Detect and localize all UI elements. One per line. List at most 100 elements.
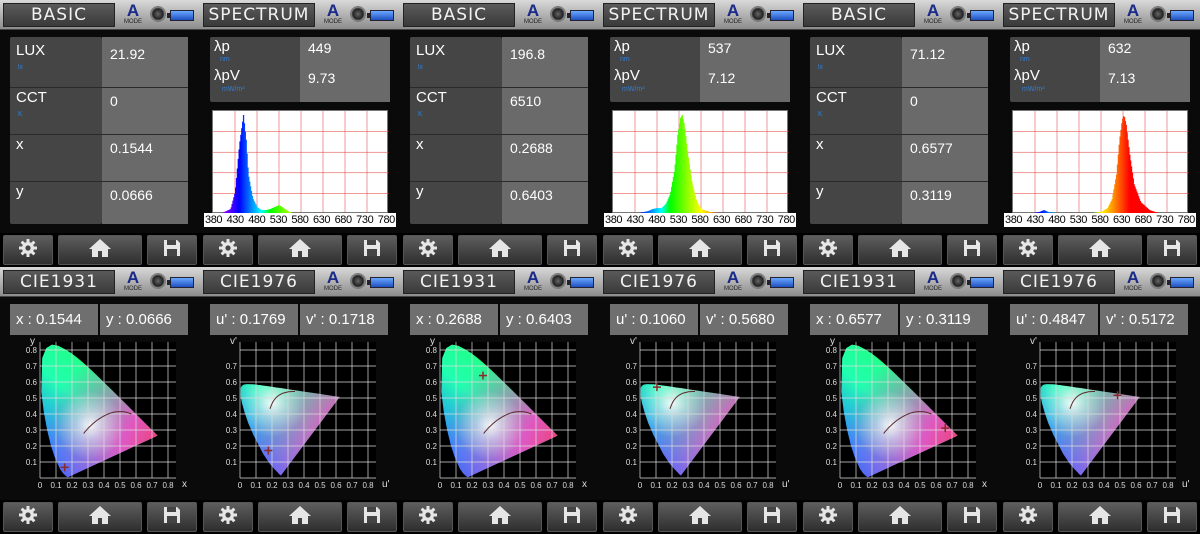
x-tick-label: 0.1 (1050, 481, 1062, 490)
home-button[interactable] (858, 502, 942, 532)
panel-header: SPECTRUM A MODE (1000, 0, 1200, 30)
home-icon (688, 505, 712, 530)
panel-cie1931: CIE1931 A MODE x : 0.2688 y : 0.6403 0 0.1 0.2 0… (400, 267, 600, 534)
home-button[interactable] (258, 502, 342, 532)
camera-icon[interactable] (550, 6, 566, 22)
mode-icon[interactable]: A MODE (1120, 269, 1146, 295)
mode-icon[interactable]: A MODE (720, 2, 746, 28)
panel-header: CIE1931 A MODE (0, 267, 200, 297)
y-tick-label: 0.4 (226, 410, 238, 419)
x-tick-label: 0 (638, 481, 643, 490)
mode-label: MODE (724, 286, 742, 292)
save-button[interactable] (547, 502, 597, 532)
mode-icon[interactable]: A MODE (1120, 2, 1146, 28)
battery-icon (767, 10, 794, 21)
settings-button[interactable] (403, 235, 453, 265)
mode-letter: A (126, 1, 140, 20)
camera-icon[interactable] (750, 6, 766, 22)
camera-icon[interactable] (750, 273, 766, 289)
spectrum-tick-label: 680 (734, 214, 753, 226)
save-button[interactable] (947, 235, 997, 265)
x-tick-label: 0.3 (1082, 481, 1094, 490)
home-icon (88, 238, 112, 263)
mode-icon[interactable]: A MODE (320, 2, 346, 28)
mode-icon[interactable]: A MODE (720, 269, 746, 295)
home-button[interactable] (458, 502, 542, 532)
home-button[interactable] (1058, 502, 1142, 532)
camera-icon[interactable] (150, 6, 166, 22)
panel-title: CIE1931 (803, 270, 915, 294)
settings-button[interactable] (1003, 502, 1053, 532)
camera-icon[interactable] (1150, 6, 1166, 22)
mode-icon[interactable]: A MODE (520, 269, 546, 295)
measure-label-lux: LUX (16, 42, 46, 59)
measure-label-cct: CCT (16, 89, 47, 106)
y-tick-label: 0.7 (26, 362, 38, 371)
settings-button[interactable] (403, 502, 453, 532)
home-button[interactable] (658, 502, 742, 532)
settings-button[interactable] (603, 235, 653, 265)
save-button[interactable] (147, 235, 197, 265)
y-tick-label: 0.1 (26, 458, 38, 467)
mode-icon[interactable]: A MODE (320, 269, 346, 295)
x-axis-label: x (582, 479, 587, 490)
camera-icon[interactable] (350, 6, 366, 22)
mode-icon[interactable]: A MODE (920, 2, 946, 28)
save-button[interactable] (1147, 502, 1197, 532)
home-icon (288, 238, 312, 263)
settings-button[interactable] (3, 502, 53, 532)
save-button[interactable] (347, 235, 397, 265)
settings-button[interactable] (203, 502, 253, 532)
save-button[interactable] (1147, 235, 1197, 265)
measure-unit-lux: lx (418, 64, 424, 71)
home-button[interactable] (1058, 235, 1142, 265)
panel-title: CIE1976 (203, 270, 315, 294)
camera-icon[interactable] (950, 273, 966, 289)
save-icon (1163, 239, 1181, 262)
mode-icon[interactable]: A MODE (120, 269, 146, 295)
gear-icon (418, 505, 438, 530)
settings-button[interactable] (1003, 235, 1053, 265)
panel-header: CIE1976 A MODE (200, 267, 400, 297)
x-tick-label: 0.1 (650, 481, 662, 490)
measure-value-y: 0.3119 (910, 187, 952, 203)
gear-icon (818, 238, 838, 263)
x-tick-label: 0.4 (498, 481, 510, 490)
settings-button[interactable] (603, 502, 653, 532)
measure-label-lux: LUX (816, 42, 846, 59)
panel-title: CIE1976 (1003, 270, 1115, 294)
save-button[interactable] (747, 235, 797, 265)
spectrum-x-axis: 380 430 480 530 580 630 680 730 780 (604, 213, 796, 227)
home-button[interactable] (58, 235, 142, 265)
camera-icon[interactable] (550, 273, 566, 289)
camera-icon[interactable] (350, 273, 366, 289)
save-button[interactable] (347, 502, 397, 532)
save-button[interactable] (147, 502, 197, 532)
home-button[interactable] (658, 235, 742, 265)
camera-icon[interactable] (950, 6, 966, 22)
home-button[interactable] (458, 235, 542, 265)
save-button[interactable] (747, 502, 797, 532)
camera-icon[interactable] (1150, 273, 1166, 289)
settings-button[interactable] (3, 235, 53, 265)
home-button[interactable] (858, 235, 942, 265)
save-button[interactable] (547, 235, 597, 265)
save-button[interactable] (947, 502, 997, 532)
mode-icon[interactable]: A MODE (520, 2, 546, 28)
mode-icon[interactable]: A MODE (920, 269, 946, 295)
spectrum-chart (1012, 110, 1189, 214)
x-tick-label: 0.5 (514, 481, 526, 490)
row-divider (10, 181, 188, 182)
settings-button[interactable] (803, 235, 853, 265)
y-tick-label: 0.3 (1026, 426, 1038, 435)
x-tick-label: 0.5 (114, 481, 126, 490)
x-tick-label: 0.4 (1098, 481, 1110, 490)
home-button[interactable] (58, 502, 142, 532)
camera-icon[interactable] (150, 273, 166, 289)
home-button[interactable] (258, 235, 342, 265)
settings-button[interactable] (203, 235, 253, 265)
cie-diagram: 0 0.1 0.2 0.3 0.4 0.5 0.6 0.7 0.8 0.8 0.7 0.6 0.5 0.4… (400, 335, 600, 500)
settings-button[interactable] (803, 502, 853, 532)
mode-label: MODE (924, 286, 942, 292)
mode-icon[interactable]: A MODE (120, 2, 146, 28)
